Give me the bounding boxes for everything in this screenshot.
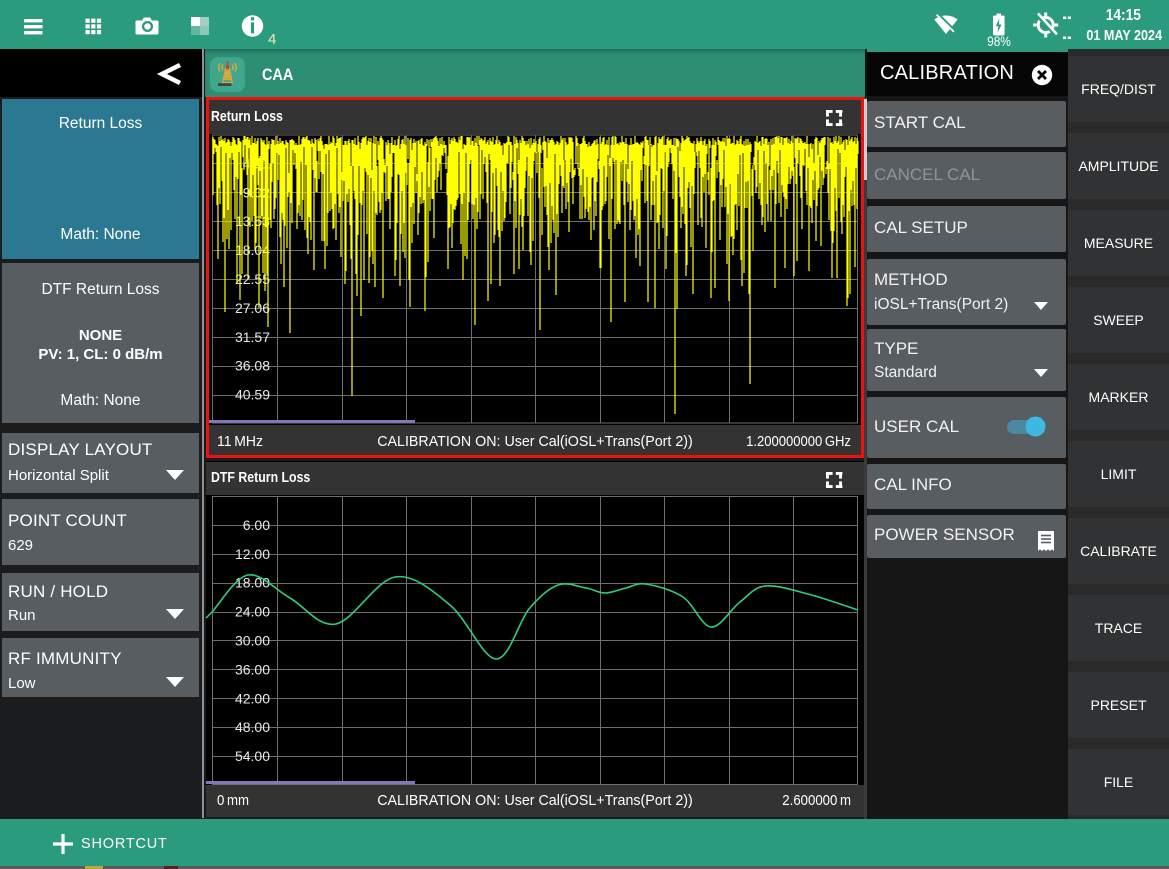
- svg-text:98%: 98%: [987, 33, 1011, 49]
- svg-text:4: 4: [268, 31, 276, 48]
